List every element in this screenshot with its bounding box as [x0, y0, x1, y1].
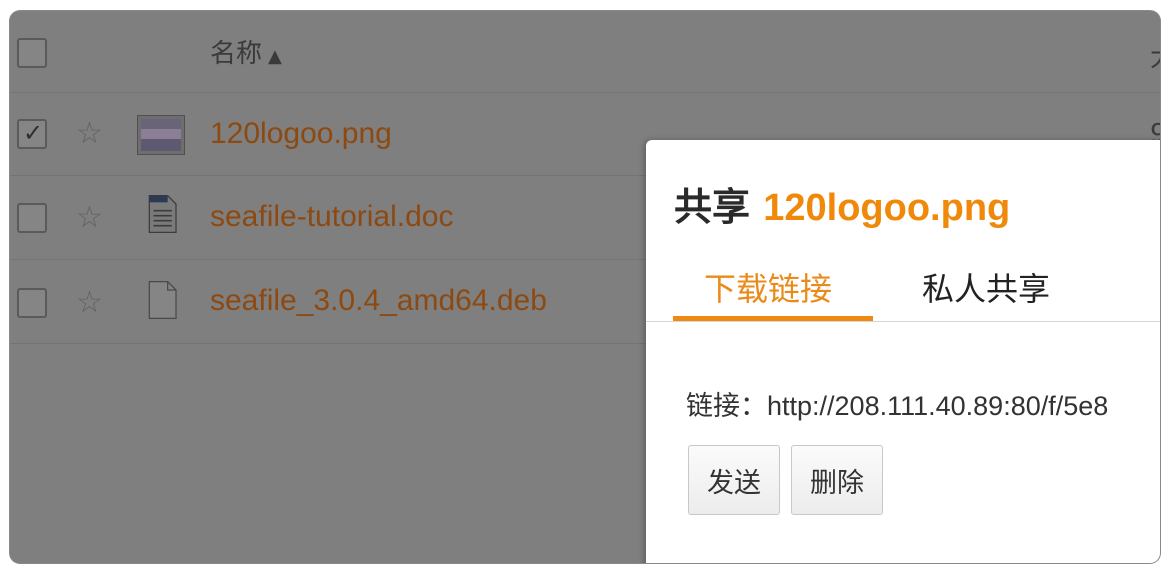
file-link[interactable]: 120logoo.png — [210, 117, 392, 151]
share-dialog: 共享 120logoo.png 下载链接 私人共享 链接：http://208.… — [646, 140, 1160, 563]
link-label: 链接： — [686, 391, 767, 422]
table-header: 名称▲ 大 — [10, 11, 1160, 93]
row-checkbox[interactable]: ✓ — [17, 119, 47, 149]
share-link-url[interactable]: http://208.111.40.89:80/f/5e8 — [767, 391, 1108, 421]
file-link[interactable]: seafile-tutorial.doc — [210, 200, 453, 234]
row-checkbox[interactable] — [17, 288, 47, 318]
star-icon[interactable]: ☆ — [76, 288, 103, 318]
star-icon[interactable]: ☆ — [76, 203, 103, 233]
tab-private-share[interactable]: 私人共享 — [922, 264, 1050, 310]
sort-ascending-icon: ▲ — [268, 46, 282, 67]
dialog-title: 共享 120logoo.png — [674, 176, 1010, 231]
file-link[interactable]: seafile_3.0.4_amd64.deb — [210, 284, 547, 318]
checkmark-icon: ✓ — [23, 119, 44, 147]
tab-download-link[interactable]: 下载链接 — [704, 264, 832, 310]
star-icon[interactable]: ☆ — [76, 119, 103, 149]
size-column-header-cropped: 大 — [1150, 37, 1160, 74]
dialog-title-prefix: 共享 — [674, 185, 751, 229]
delete-button[interactable]: 删除 — [791, 445, 883, 515]
row-checkbox[interactable] — [17, 203, 47, 233]
dialog-title-filename: 120logoo.png — [763, 187, 1011, 229]
send-button[interactable]: 发送 — [688, 445, 780, 515]
tab-divider — [646, 321, 1160, 322]
generic-file-icon — [148, 281, 177, 319]
name-column-header[interactable]: 名称 ▲ — [210, 33, 282, 70]
select-all-checkbox[interactable] — [17, 38, 47, 68]
share-link-row: 链接：http://208.111.40.89:80/f/5e8 — [686, 384, 1108, 423]
document-icon — [148, 195, 177, 233]
file-browser: 名称▲ 大 ✓ ☆ 120logoo.png 9 ☆ seafile-tutor — [10, 11, 1160, 563]
image-thumbnail-icon — [137, 115, 185, 155]
name-column-label: 名称 — [210, 39, 263, 69]
